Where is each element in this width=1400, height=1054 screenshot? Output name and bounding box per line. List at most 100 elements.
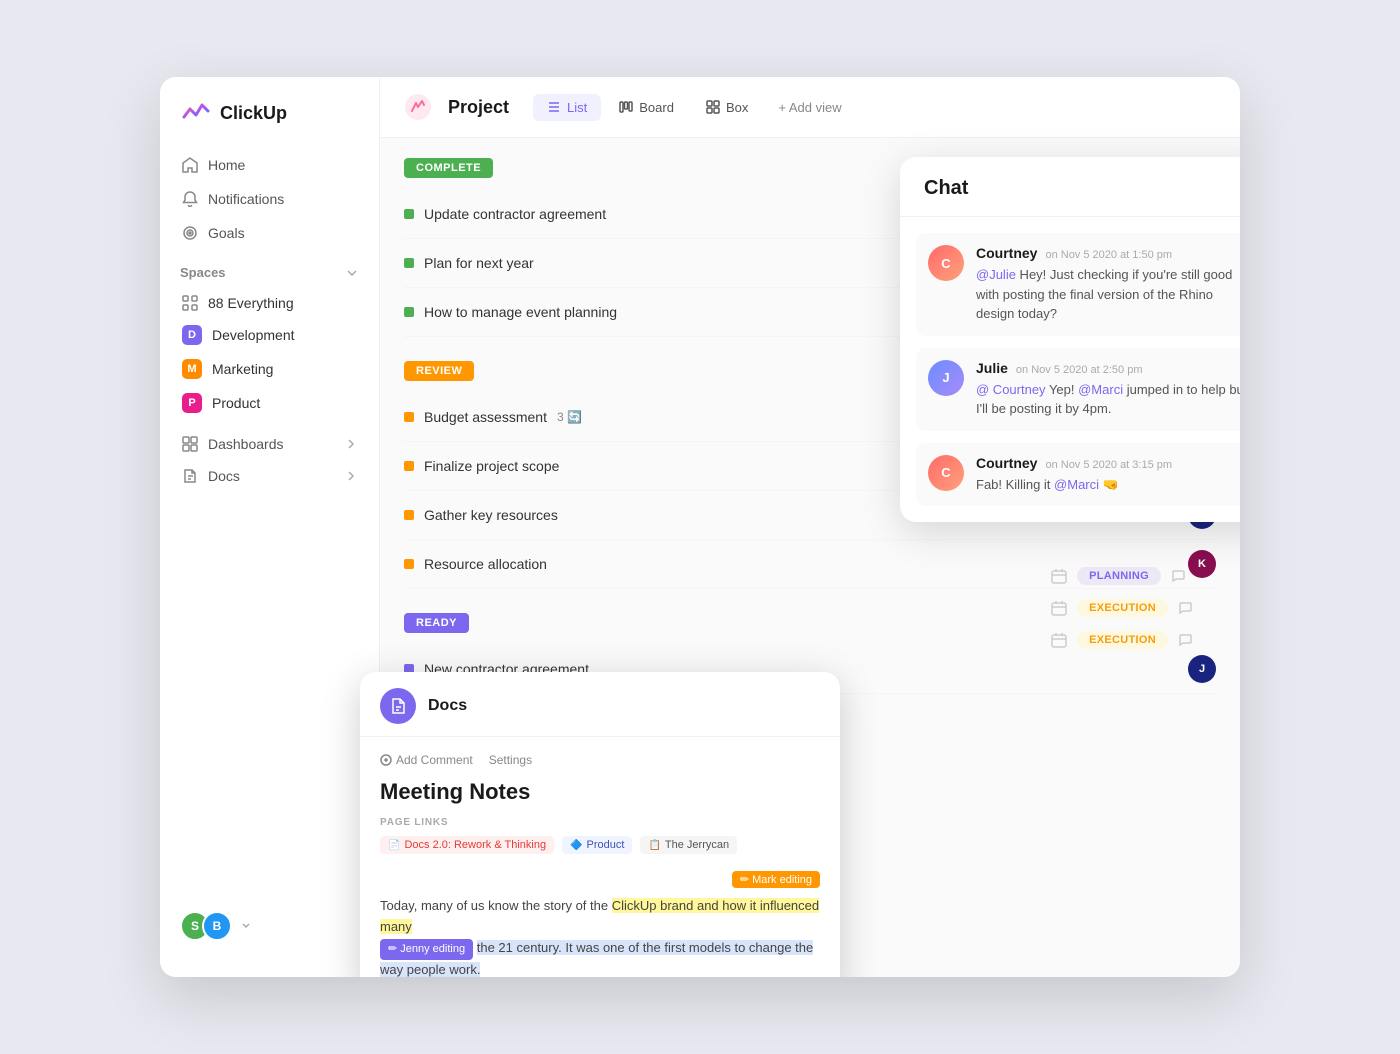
sidebar-item-home[interactable]: Home: [170, 149, 369, 181]
user-avatars: S B: [180, 911, 232, 941]
calendar-icon: [1051, 632, 1067, 648]
task-left: How to manage event planning: [404, 304, 617, 320]
msg-content-3: Courtney on Nov 5 2020 at 3:15 pm Fab! K…: [976, 455, 1240, 495]
tab-board[interactable]: Board: [605, 94, 688, 121]
sidebar-footer: S B: [160, 895, 379, 957]
task-name[interactable]: Resource allocation: [424, 556, 547, 572]
docs-icon: [182, 468, 198, 484]
msg-text-2: @ Courtney Yep! @Marci jumped in to help…: [976, 380, 1240, 419]
right-panel-tags: PLANNING EXECUTION EXECUTION: [1051, 567, 1192, 649]
everything-label: 88 Everything: [208, 295, 294, 311]
msg-header-1: Courtney on Nov 5 2020 at 1:50 pm: [976, 245, 1240, 261]
task-left: Finalize project scope: [404, 458, 559, 474]
sidebar-nav: Home Notifications Goals: [160, 149, 379, 249]
msg-content-1: Courtney on Nov 5 2020 at 1:50 pm @Julie…: [976, 245, 1240, 324]
page-links-label: PAGE LINKS: [380, 817, 820, 828]
spaces-section-header: Spaces: [160, 249, 379, 288]
task-name[interactable]: Finalize project scope: [424, 458, 559, 474]
execution-tag-1: EXECUTION: [1077, 599, 1168, 617]
jenny-editing-badge[interactable]: ✏ Jenny editing: [380, 939, 473, 961]
project-icon: [404, 93, 432, 121]
page-link-docs[interactable]: 📄 Docs 2.0: Rework & Thinking: [380, 836, 554, 854]
sidebar-groups: Dashboards Docs: [160, 428, 379, 492]
dashboards-left: Dashboards: [182, 436, 284, 452]
task-count: 3 🔄: [557, 410, 582, 424]
spaces-chevron-icon: [345, 266, 359, 280]
docs-body: Add Comment Settings Meeting Notes PAGE …: [360, 737, 840, 977]
msg-text-1: @Julie Hey! Just checking if you're stil…: [976, 265, 1240, 324]
box-tab-icon: [706, 100, 720, 114]
docs-file-icon: [389, 697, 407, 715]
user-avatar-b: B: [202, 911, 232, 941]
msg-author-3: Courtney: [976, 455, 1037, 471]
task-left: Gather key resources: [404, 507, 558, 523]
tab-list[interactable]: List: [533, 94, 601, 121]
home-label: Home: [208, 157, 245, 173]
msg-header-3: Courtney on Nov 5 2020 at 3:15 pm: [976, 455, 1240, 471]
msg-author-2: Julie: [976, 360, 1008, 376]
msg-time-3: on Nov 5 2020 at 3:15 pm: [1045, 459, 1172, 471]
board-tab-icon: [619, 100, 633, 114]
msg-text-3: Fab! Killing it @Marci 🤜: [976, 475, 1240, 495]
docs-link-icon: 📄: [388, 840, 400, 851]
sidebar-item-marketing[interactable]: M Marketing: [160, 352, 379, 386]
comment-icon: [1178, 633, 1192, 647]
sidebar-item-notifications[interactable]: Notifications: [170, 183, 369, 215]
docs-body-text: Today, many of us know the story of the …: [380, 896, 820, 977]
task-dot: [404, 307, 414, 317]
dashboards-chevron-icon: [345, 438, 357, 450]
dashboards-label: Dashboards: [208, 436, 284, 452]
docs-panel: Docs Add Comment Settings Meeting Notes …: [360, 672, 840, 977]
task-name[interactable]: Plan for next year: [424, 255, 534, 271]
dashboards-icon: [182, 436, 198, 452]
docs-label: Docs: [208, 468, 240, 484]
comment-icon: [1178, 601, 1192, 615]
clickup-logo-icon: [180, 97, 212, 129]
page-link-product[interactable]: 🔷 Product: [562, 836, 632, 854]
add-comment-button[interactable]: Add Comment: [380, 753, 473, 767]
task-dot: [404, 412, 414, 422]
task-name[interactable]: Gather key resources: [424, 507, 558, 523]
settings-button[interactable]: Settings: [489, 753, 532, 767]
task-name[interactable]: How to manage event planning: [424, 304, 617, 320]
right-panel-row: PLANNING: [1051, 567, 1192, 585]
tab-box[interactable]: Box: [692, 94, 762, 121]
development-badge: D: [182, 325, 202, 345]
complete-badge: COMPLETE: [404, 158, 493, 178]
calendar-icon: [1051, 568, 1067, 584]
msg-content-2: Julie on Nov 5 2020 at 2:50 pm @ Courtne…: [976, 360, 1240, 419]
sidebar-item-goals[interactable]: Goals: [170, 217, 369, 249]
task-left: Update contractor agreement: [404, 206, 606, 222]
task-dot: [404, 510, 414, 520]
sidebar-item-dashboards[interactable]: Dashboards: [170, 428, 369, 460]
goals-label: Goals: [208, 225, 245, 241]
task-dot: [404, 258, 414, 268]
task-assignee-avatar: J: [1188, 655, 1216, 683]
add-view-button[interactable]: + Add view: [766, 94, 853, 121]
sidebar-item-product[interactable]: P Product: [160, 386, 379, 420]
chat-message-1: C Courtney on Nov 5 2020 at 1:50 pm @Jul…: [916, 233, 1240, 336]
mark-editing-area: ✏ Mark editing: [380, 870, 820, 892]
task-name[interactable]: Update contractor agreement: [424, 206, 606, 222]
docs-header: Docs: [360, 672, 840, 737]
ready-badge: READY: [404, 613, 469, 633]
task-dot: [404, 209, 414, 219]
marketing-badge: M: [182, 359, 202, 379]
sidebar-item-everything[interactable]: 88 Everything: [160, 288, 379, 318]
user-chevron-icon[interactable]: [240, 920, 252, 932]
page-link-jerrycan[interactable]: 📋 The Jerrycan: [640, 836, 737, 854]
sidebar-item-development[interactable]: D Development: [160, 318, 379, 352]
marketing-label: Marketing: [212, 361, 273, 377]
docs-icon-button[interactable]: [380, 688, 416, 724]
julie-avatar: J: [928, 360, 964, 396]
sidebar-item-docs[interactable]: Docs: [170, 460, 369, 492]
comment-icon: [1171, 569, 1185, 583]
list-tab-icon: [547, 100, 561, 114]
mark-editing-badge[interactable]: ✏ Mark editing: [732, 871, 820, 888]
chat-messages: C Courtney on Nov 5 2020 at 1:50 pm @Jul…: [900, 217, 1240, 522]
planning-tag: PLANNING: [1077, 567, 1161, 585]
task-name[interactable]: Budget assessment: [424, 409, 547, 425]
main-header: Project List Board Box + Add view: [380, 77, 1240, 138]
courtney-avatar: C: [928, 245, 964, 281]
review-badge: REVIEW: [404, 361, 474, 381]
